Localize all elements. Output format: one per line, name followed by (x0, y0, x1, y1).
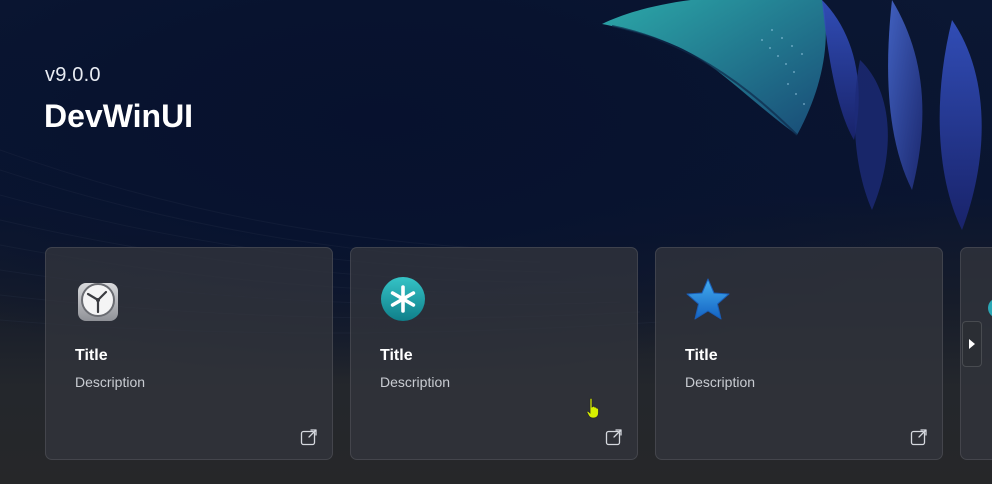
card-clock[interactable]: Title Description (45, 247, 333, 460)
card-description: Description (380, 374, 451, 390)
card-description: Description (685, 374, 756, 390)
leaf-artwork (602, 0, 982, 230)
open-external-icon[interactable] (910, 428, 928, 446)
card-title: Title (75, 347, 108, 364)
open-external-icon[interactable] (300, 428, 318, 446)
app-version: v9.0.0 (45, 64, 101, 86)
clock-icon (78, 283, 118, 321)
card-star[interactable]: Title Description (655, 247, 943, 460)
card-title: Title (380, 347, 413, 364)
asterisk-icon (381, 277, 425, 321)
scroll-next-button[interactable] (962, 321, 982, 367)
star-icon (686, 278, 730, 320)
card-description: Description (75, 374, 146, 390)
open-external-icon[interactable] (605, 428, 623, 446)
hand-cursor-icon (586, 397, 599, 419)
card-title: Title (685, 347, 718, 364)
partial-card-icon (988, 300, 992, 316)
card-asterisk[interactable]: Title Description (350, 247, 638, 460)
app-title: DevWinUI (44, 98, 194, 134)
chevron-right-icon (969, 339, 975, 349)
